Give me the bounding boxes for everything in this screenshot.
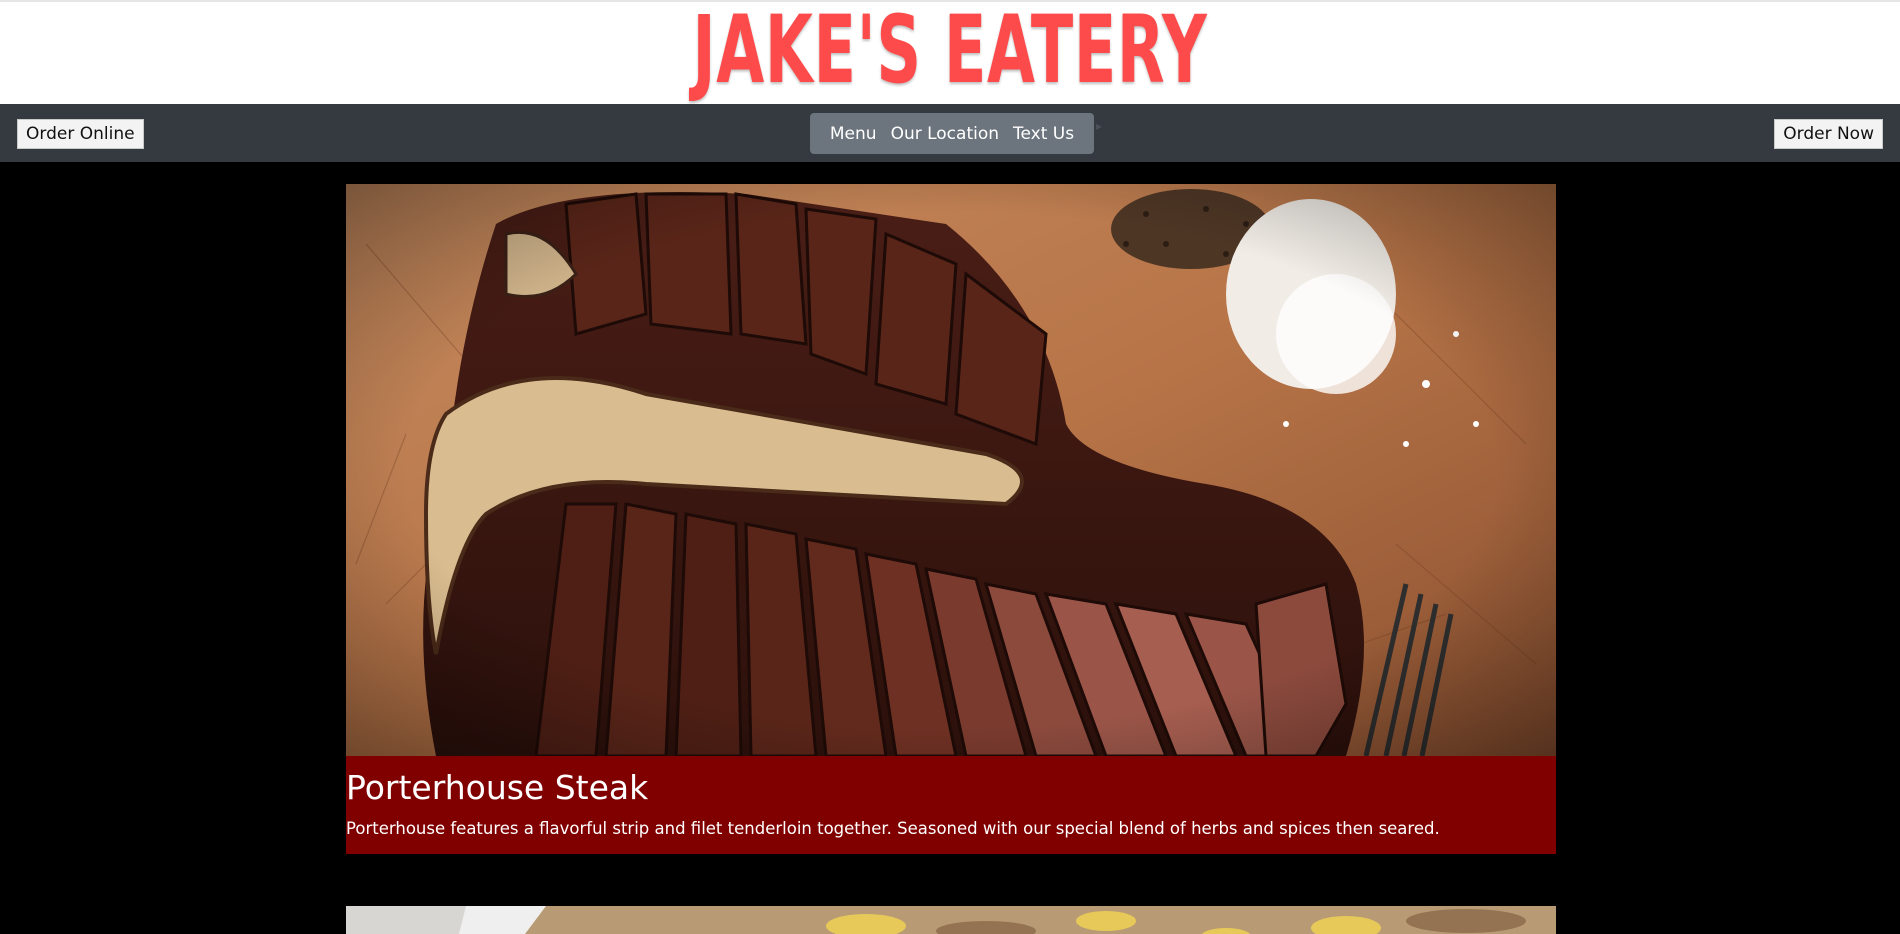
pasta-photo-illustration xyxy=(346,906,1556,934)
menu-item-title: Porterhouse Steak xyxy=(346,768,649,807)
nav-links: Menu Our Location Text Us xyxy=(810,113,1094,154)
caret-right-icon: ▸ xyxy=(1096,119,1103,133)
nav-link-menu[interactable]: Menu xyxy=(823,124,884,144)
menu-feed: Porterhouse Steak Porterhouse features a… xyxy=(0,162,1900,934)
nav-link-our-location[interactable]: Our Location xyxy=(884,124,1006,144)
menu-item-card: Porterhouse Steak Porterhouse features a… xyxy=(346,184,1556,854)
navbar: Order Online Menu Our Location Text Us ▸… xyxy=(0,104,1900,162)
order-online-button[interactable]: Order Online xyxy=(17,119,144,149)
menu-item-description: Porterhouse features a flavorful strip a… xyxy=(346,819,1440,838)
porterhouse-steak-image xyxy=(346,184,1556,756)
nav-link-text-us[interactable]: Text Us xyxy=(1006,124,1081,144)
brand-header: JAKE'S EATERY xyxy=(0,2,1900,104)
menu-item-card xyxy=(346,906,1556,934)
pasta-dish-image xyxy=(346,906,1556,934)
steak-photo-illustration xyxy=(346,184,1556,756)
order-now-button[interactable]: Order Now xyxy=(1774,119,1883,149)
brand-logo-text: JAKE'S EATERY xyxy=(692,0,1208,105)
menu-item-caption: Porterhouse Steak Porterhouse features a… xyxy=(346,756,1556,854)
brand-logo[interactable]: JAKE'S EATERY xyxy=(560,2,1340,100)
